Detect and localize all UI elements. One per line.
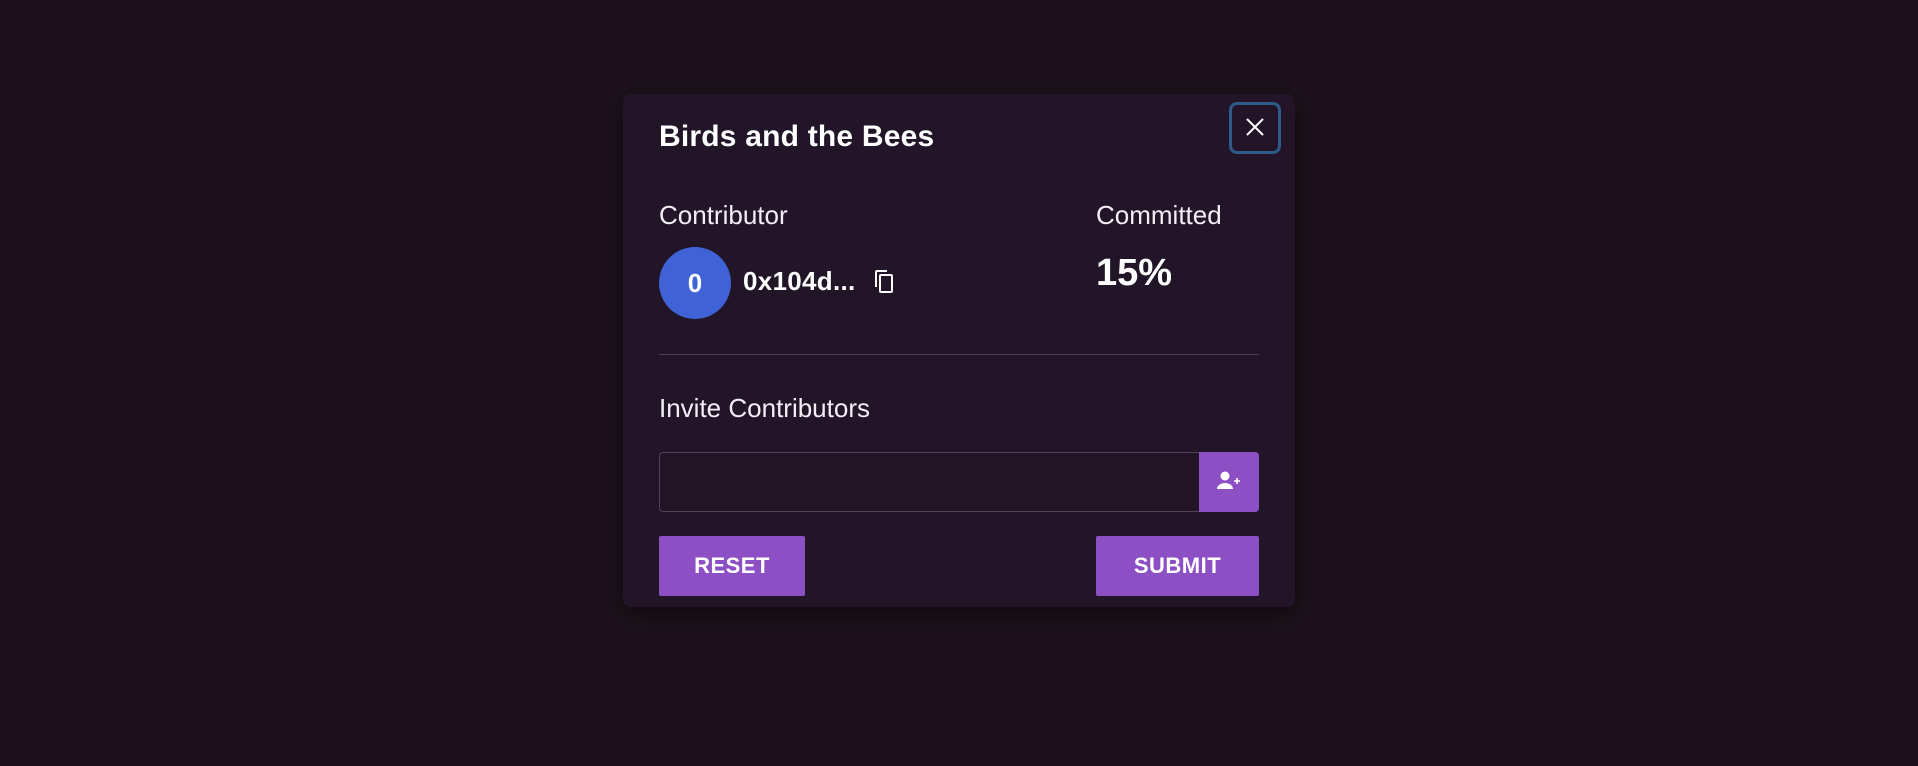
copy-icon <box>872 269 896 298</box>
contributors-modal: Birds and the Bees Contributor Committed… <box>623 94 1295 607</box>
divider <box>659 354 1259 355</box>
close-icon <box>1244 116 1266 141</box>
avatar-initial: 0 <box>687 267 703 298</box>
contributor-label: Contributor <box>659 200 788 230</box>
committed-label: Committed <box>1096 200 1222 230</box>
modal-title: Birds and the Bees <box>659 120 935 153</box>
contributor-address: 0x104d... <box>743 266 856 296</box>
submit-button[interactable]: SUBMIT <box>1096 536 1259 596</box>
add-contributor-button[interactable] <box>1199 452 1259 512</box>
close-button[interactable] <box>1229 102 1281 154</box>
committed-value: 15% <box>1096 252 1173 294</box>
add-user-icon <box>1216 470 1242 495</box>
invite-contributors-label: Invite Contributors <box>659 393 870 423</box>
avatar: 0 <box>659 247 731 319</box>
copy-address-button[interactable] <box>870 269 898 297</box>
invite-contributor-input[interactable] <box>659 452 1200 512</box>
reset-button[interactable]: RESET <box>659 536 805 596</box>
